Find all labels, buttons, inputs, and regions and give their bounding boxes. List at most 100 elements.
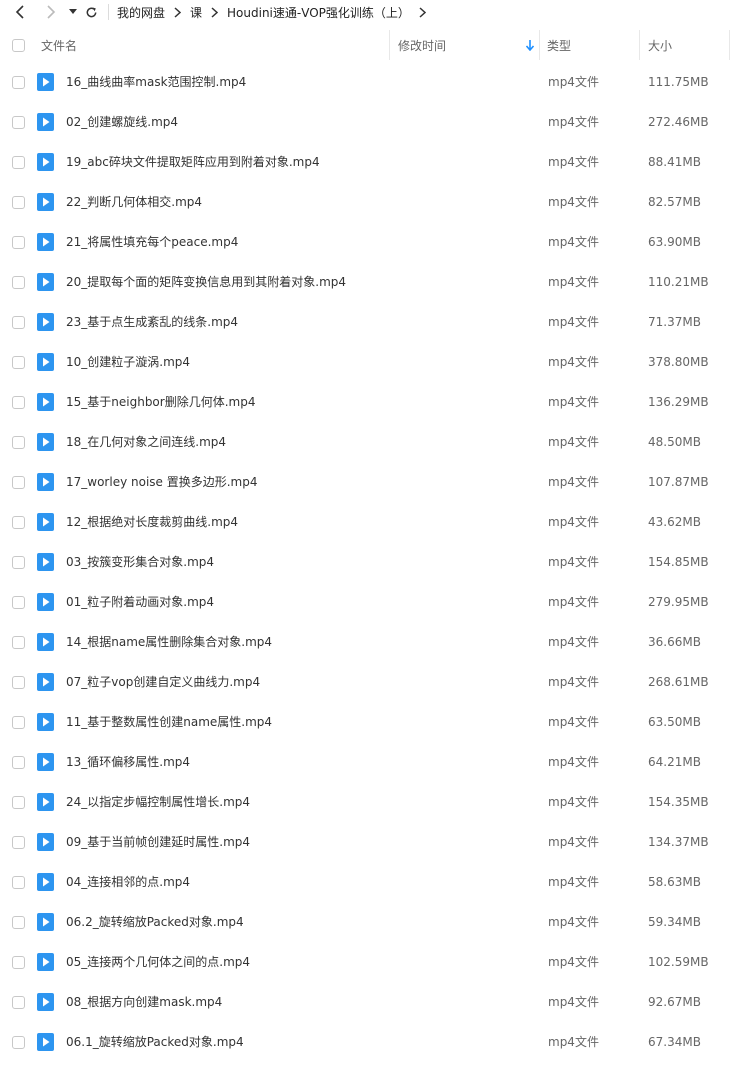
- row-checkbox[interactable]: [12, 636, 25, 649]
- file-row[interactable]: 01_粒子附着动画对象.mp4 mp4文件 279.95MB: [0, 582, 738, 622]
- file-name[interactable]: 11_基于整数属性创建name属性.mp4: [66, 702, 272, 742]
- row-checkbox[interactable]: [12, 236, 25, 249]
- file-name[interactable]: 17_worley noise 置换多边形.mp4: [66, 462, 257, 502]
- row-checkbox[interactable]: [12, 716, 25, 729]
- file-row[interactable]: 17_worley noise 置换多边形.mp4 mp4文件 107.87MB: [0, 462, 738, 502]
- row-checkbox[interactable]: [12, 356, 25, 369]
- column-header-name[interactable]: 文件名: [41, 30, 389, 60]
- file-type: mp4文件: [548, 715, 599, 729]
- row-checkbox[interactable]: [12, 956, 25, 969]
- file-row[interactable]: 22_判断几何体相交.mp4 mp4文件 82.57MB: [0, 182, 738, 222]
- file-row[interactable]: 09_基于当前帧创建延时属性.mp4 mp4文件 134.37MB: [0, 822, 738, 862]
- row-checkbox[interactable]: [12, 196, 25, 209]
- file-name[interactable]: 07_粒子vop创建自定义曲线力.mp4: [66, 662, 260, 702]
- row-checkbox[interactable]: [12, 516, 25, 529]
- row-checkbox[interactable]: [12, 916, 25, 929]
- file-name[interactable]: 12_根据绝对长度裁剪曲线.mp4: [66, 502, 238, 542]
- select-all-checkbox-wrap[interactable]: [12, 30, 25, 60]
- file-name[interactable]: 23_基于点生成紊乱的线条.mp4: [66, 302, 238, 342]
- row-checkbox[interactable]: [12, 276, 25, 289]
- file-name[interactable]: 01_粒子附着动画对象.mp4: [66, 582, 214, 622]
- row-checkbox[interactable]: [12, 316, 25, 329]
- row-checkbox[interactable]: [12, 476, 25, 489]
- file-name[interactable]: 19_abc碎块文件提取矩阵应用到附着对象.mp4: [66, 142, 320, 182]
- file-row[interactable]: 11_基于整数属性创建name属性.mp4 mp4文件 63.50MB: [0, 702, 738, 742]
- file-name[interactable]: 06.1_旋转缩放Packed对象.mp4: [66, 1022, 244, 1062]
- file-name[interactable]: 09_基于当前帧创建延时属性.mp4: [66, 822, 250, 862]
- select-all-checkbox[interactable]: [12, 38, 25, 52]
- row-checkbox[interactable]: [12, 836, 25, 849]
- file-name[interactable]: 13_循环偏移属性.mp4: [66, 742, 190, 782]
- row-checkbox[interactable]: [12, 876, 25, 889]
- row-checkbox[interactable]: [12, 116, 25, 129]
- row-checkbox[interactable]: [12, 756, 25, 769]
- file-row[interactable]: 02_创建螺旋线.mp4 mp4文件 272.46MB: [0, 102, 738, 142]
- file-name[interactable]: 10_创建粒子漩涡.mp4: [66, 342, 190, 382]
- history-dropdown-button[interactable]: [66, 0, 80, 24]
- file-type: mp4文件: [548, 515, 599, 529]
- file-row[interactable]: 14_根据name属性删除集合对象.mp4 mp4文件 36.66MB: [0, 622, 738, 662]
- column-header-size[interactable]: 大小: [639, 30, 729, 60]
- file-name[interactable]: 04_连接相邻的点.mp4: [66, 862, 190, 902]
- row-checkbox[interactable]: [12, 556, 25, 569]
- file-row[interactable]: 10_创建粒子漩涡.mp4 mp4文件 378.80MB: [0, 342, 738, 382]
- video-file-icon: [37, 73, 54, 91]
- file-name[interactable]: 02_创建螺旋线.mp4: [66, 102, 178, 142]
- row-checkbox[interactable]: [12, 436, 25, 449]
- file-row[interactable]: 08_根据方向创建mask.mp4 mp4文件 92.67MB: [0, 982, 738, 1022]
- file-name[interactable]: 20_提取每个面的矩阵变换信息用到其附着对象.mp4: [66, 262, 346, 302]
- row-checkbox[interactable]: [12, 1036, 25, 1049]
- file-row[interactable]: 20_提取每个面的矩阵变换信息用到其附着对象.mp4 mp4文件 110.21M…: [0, 262, 738, 302]
- file-name[interactable]: 05_连接两个几何体之间的点.mp4: [66, 942, 250, 982]
- breadcrumb-item-current-folder[interactable]: Houdini速通-VOP强化训练（上）: [227, 4, 410, 21]
- column-header-name-label: 文件名: [41, 38, 78, 53]
- file-row[interactable]: 12_根据绝对长度裁剪曲线.mp4 mp4文件 43.62MB: [0, 502, 738, 542]
- file-name[interactable]: 18_在几何对象之间连线.mp4: [66, 422, 226, 462]
- file-type: mp4文件: [548, 1035, 599, 1049]
- breadcrumb-expand-icon[interactable]: [419, 6, 426, 18]
- forward-button[interactable]: [40, 0, 62, 24]
- file-row[interactable]: 24_以指定步幅控制属性增长.mp4 mp4文件 154.35MB: [0, 782, 738, 822]
- file-row[interactable]: 19_abc碎块文件提取矩阵应用到附着对象.mp4 mp4文件 88.41MB: [0, 142, 738, 182]
- row-checkbox[interactable]: [12, 596, 25, 609]
- file-name[interactable]: 08_根据方向创建mask.mp4: [66, 982, 222, 1022]
- file-name[interactable]: 22_判断几何体相交.mp4: [66, 182, 202, 222]
- file-name[interactable]: 15_基于neighbor删除几何体.mp4: [66, 382, 255, 422]
- breadcrumb-item-root[interactable]: 我的网盘: [117, 4, 165, 21]
- file-row[interactable]: 07_粒子vop创建自定义曲线力.mp4 mp4文件 268.61MB: [0, 662, 738, 702]
- row-checkbox[interactable]: [12, 76, 25, 89]
- file-name[interactable]: 16_曲线曲率mask范围控制.mp4: [66, 62, 246, 102]
- breadcrumb-separator-icon: [174, 6, 182, 18]
- file-row[interactable]: 05_连接两个几何体之间的点.mp4 mp4文件 102.59MB: [0, 942, 738, 982]
- breadcrumb-item-course[interactable]: 课: [190, 4, 202, 21]
- file-row[interactable]: 13_循环偏移属性.mp4 mp4文件 64.21MB: [0, 742, 738, 782]
- file-row[interactable]: 16_曲线曲率mask范围控制.mp4 mp4文件 111.75MB: [0, 62, 738, 102]
- refresh-button[interactable]: [82, 0, 100, 24]
- row-checkbox[interactable]: [12, 676, 25, 689]
- file-row[interactable]: 06.2_旋转缩放Packed对象.mp4 mp4文件 59.34MB: [0, 902, 738, 942]
- file-name[interactable]: 06.2_旋转缩放Packed对象.mp4: [66, 902, 244, 942]
- file-row[interactable]: 23_基于点生成紊乱的线条.mp4 mp4文件 71.37MB: [0, 302, 738, 342]
- file-type: mp4文件: [548, 435, 599, 449]
- file-row[interactable]: 03_按簇变形集合对象.mp4 mp4文件 154.85MB: [0, 542, 738, 582]
- file-name[interactable]: 14_根据name属性删除集合对象.mp4: [66, 622, 272, 662]
- file-row[interactable]: 18_在几何对象之间连线.mp4 mp4文件 48.50MB: [0, 422, 738, 462]
- file-row[interactable]: 06.1_旋转缩放Packed对象.mp4 mp4文件 67.34MB: [0, 1022, 738, 1062]
- video-file-icon: [37, 793, 54, 811]
- column-header-modified[interactable]: 修改时间: [389, 30, 539, 60]
- file-list-header: 文件名 修改时间 类型 大小: [0, 30, 738, 60]
- back-button[interactable]: [9, 0, 31, 24]
- toolbar: 我的网盘 课 Houdini速通-VOP强化训练（上）: [0, 0, 738, 24]
- file-row[interactable]: 15_基于neighbor删除几何体.mp4 mp4文件 136.29MB: [0, 382, 738, 422]
- file-row[interactable]: 21_将属性填充每个peace.mp4 mp4文件 63.90MB: [0, 222, 738, 262]
- file-name[interactable]: 24_以指定步幅控制属性增长.mp4: [66, 782, 250, 822]
- file-row[interactable]: 04_连接相邻的点.mp4 mp4文件 58.63MB: [0, 862, 738, 902]
- row-checkbox[interactable]: [12, 796, 25, 809]
- column-header-type[interactable]: 类型: [539, 30, 639, 60]
- file-name[interactable]: 21_将属性填充每个peace.mp4: [66, 222, 238, 262]
- row-checkbox[interactable]: [12, 156, 25, 169]
- video-file-icon: [37, 673, 54, 691]
- row-checkbox[interactable]: [12, 996, 25, 1009]
- row-checkbox[interactable]: [12, 396, 25, 409]
- file-name[interactable]: 03_按簇变形集合对象.mp4: [66, 542, 214, 582]
